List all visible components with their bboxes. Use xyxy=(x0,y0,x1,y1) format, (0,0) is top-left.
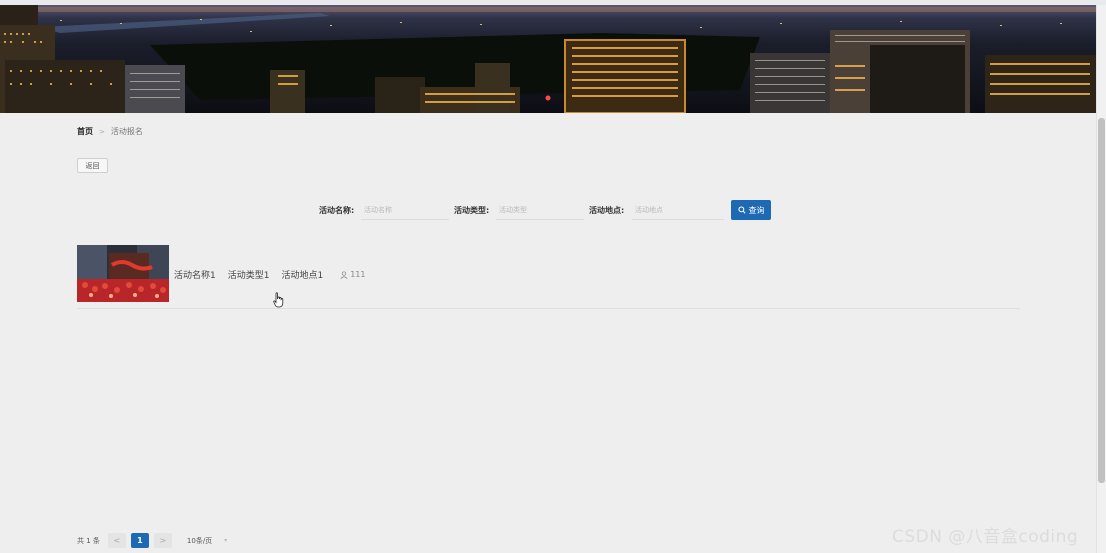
breadcrumb: 首页 > 活动报名 xyxy=(77,126,143,137)
breadcrumb-current: 活动报名 xyxy=(110,127,143,136)
hand-cursor-icon xyxy=(273,292,284,308)
watermark: CSDN @八音盒coding xyxy=(892,527,1079,547)
activity-type-input[interactable] xyxy=(496,200,584,220)
activity-type: 活动类型1 xyxy=(227,271,270,281)
chevron-down-icon: ▾ xyxy=(224,537,228,544)
pagination-prev-button[interactable]: < xyxy=(107,533,126,548)
activity-count-value: 111 xyxy=(350,270,366,279)
back-button[interactable]: 返回 xyxy=(77,158,108,173)
activity-name[interactable]: 活动名称1 xyxy=(174,268,216,281)
pagination: 共 1 条 < 1 > 10条/页 ▾ xyxy=(77,533,227,548)
search-bar: 活动名称: 活动类型: 活动地点: 查询 xyxy=(0,200,1097,220)
activity-location-input[interactable] xyxy=(632,200,724,220)
page-size-value: 10条/页 xyxy=(186,536,213,545)
breadcrumb-home[interactable]: 首页 xyxy=(77,126,93,137)
banner-image xyxy=(0,5,1097,113)
search-button[interactable]: 查询 xyxy=(731,200,771,220)
pagination-next-button[interactable]: > xyxy=(153,533,172,548)
pagination-total: 共 1 条 xyxy=(77,536,100,545)
list-item[interactable]: 活动名称1 活动类型1 活动地点1 111 xyxy=(77,245,1020,309)
breadcrumb-separator: > xyxy=(99,127,105,136)
activity-name-input[interactable] xyxy=(361,200,449,220)
user-icon xyxy=(340,270,348,279)
pagination-page-1[interactable]: 1 xyxy=(130,533,149,548)
scrollbar-thumb[interactable] xyxy=(1098,118,1105,483)
page-size-select[interactable]: 10条/页 ▾ xyxy=(187,536,227,546)
activity-meta: 活动名称1 活动类型1 活动地点1 111 xyxy=(174,268,389,281)
activity-location: 活动地点1 xyxy=(281,271,324,281)
activity-type-label: 活动类型: xyxy=(454,206,490,215)
activity-thumbnail[interactable] xyxy=(77,245,169,302)
search-button-label: 查询 xyxy=(748,205,765,215)
activity-count: 111 xyxy=(340,270,377,279)
activity-name-label: 活动名称: xyxy=(319,206,355,215)
search-icon xyxy=(737,206,746,214)
activity-location-label: 活动地点: xyxy=(589,206,625,215)
